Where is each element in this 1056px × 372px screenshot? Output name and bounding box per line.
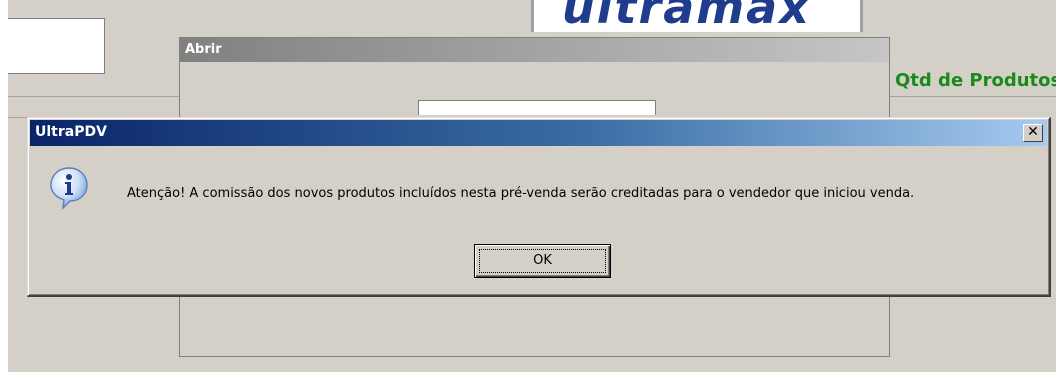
app-divider [890, 96, 1056, 97]
brand-logo: ultramax [531, 0, 863, 32]
close-icon: ✕ [1027, 124, 1039, 140]
dialog-title: UltraPDV [35, 124, 107, 140]
brand-logo-text: ultramax [562, 0, 811, 32]
abrir-input-field[interactable] [418, 100, 656, 115]
close-button[interactable]: ✕ [1023, 124, 1043, 142]
dialog-title-bar[interactable]: UltraPDV ✕ [30, 120, 1047, 146]
ok-button[interactable]: OK [474, 244, 611, 278]
abrir-dialog-title: Abrir [180, 38, 889, 62]
app-input-panel[interactable] [8, 18, 105, 74]
focus-rect [479, 249, 606, 273]
qtd-produtos-label: Qtd de Produtos: [895, 70, 1056, 91]
app-divider [8, 96, 180, 97]
info-icon [50, 167, 88, 210]
message-dialog: UltraPDV ✕ Atenção! A comissão dos novos… [27, 117, 1051, 297]
dialog-message: Atenção! A comissão dos novos produtos i… [127, 186, 915, 201]
